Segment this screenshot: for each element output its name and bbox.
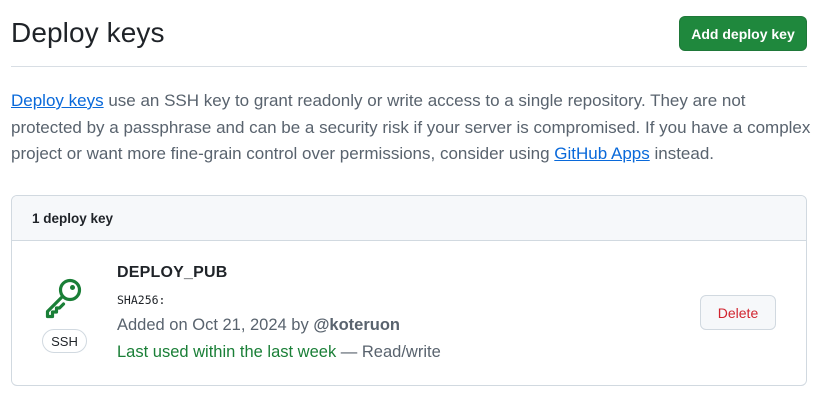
page-title: Deploy keys xyxy=(11,17,165,48)
key-added-info: Added on Oct 21, 2024 by @koteruon xyxy=(117,316,400,335)
add-deploy-key-button[interactable]: Add deploy key xyxy=(679,16,807,51)
deploy-keys-link[interactable]: Deploy keys xyxy=(11,91,104,110)
description: Deploy keys use an SSH key to grant read… xyxy=(11,88,816,168)
description-text-end: instead. xyxy=(649,144,715,163)
github-apps-link[interactable]: GitHub Apps xyxy=(554,144,649,163)
ssh-badge: SSH xyxy=(42,329,87,353)
key-title: DEPLOY_PUB xyxy=(117,264,228,281)
last-used: Last used within the last week xyxy=(117,343,337,361)
delete-key-button[interactable]: Delete xyxy=(700,295,776,330)
deploy-key-item: SSH DEPLOY_PUB SHA256: Added on Oct 21, … xyxy=(12,241,806,385)
deploy-keys-list: 1 deploy key SSH DEPLOY_PUB SHA256: Adde… xyxy=(11,195,807,386)
deploy-keys-page: Deploy keys Add deploy key Deploy keys u… xyxy=(0,0,829,402)
added-by-user: @koteruon xyxy=(313,316,400,334)
key-icon xyxy=(45,278,82,319)
deploy-key-count: 1 deploy key xyxy=(12,196,806,241)
key-usage-info: Last used within the last week — Read/wr… xyxy=(117,343,441,362)
access-level: — Read/write xyxy=(336,343,441,361)
added-date: Added on Oct 21, 2024 by xyxy=(117,316,314,334)
key-fingerprint: SHA256: xyxy=(117,293,166,307)
page-header: Deploy keys Add deploy key xyxy=(11,0,807,67)
